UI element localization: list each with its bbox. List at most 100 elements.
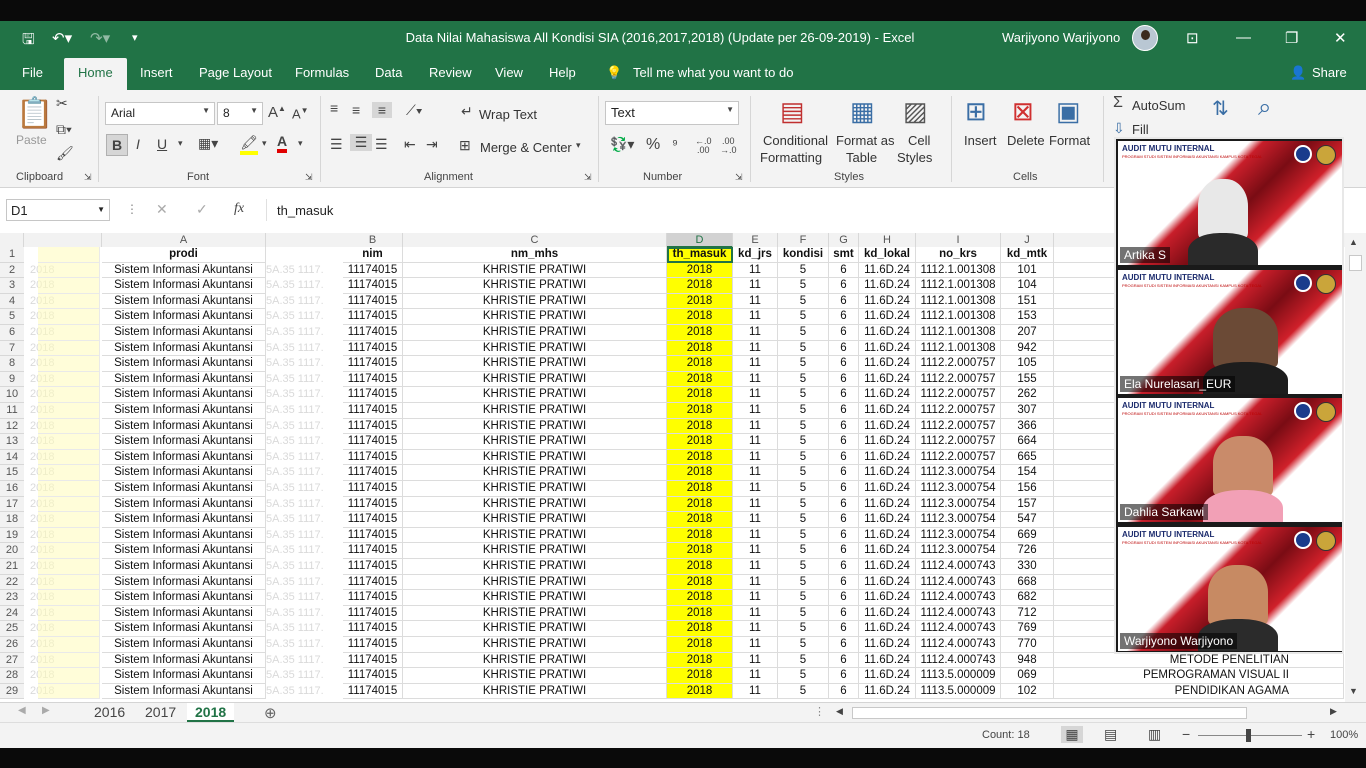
cell-smt[interactable]: 6 [829, 434, 859, 450]
cell-nim[interactable]: 11174015 [343, 418, 403, 435]
fill-icon[interactable]: ⇩ [1113, 120, 1125, 137]
cell-kd_jrs[interactable]: 11 [733, 325, 778, 341]
cell-no_krs[interactable]: 1112.2.000757 [916, 418, 1001, 435]
cell-smt[interactable]: 6 [829, 621, 859, 637]
row-header[interactable]: 20 [0, 543, 24, 559]
user-name[interactable]: Warjiyono Warjiyono [1002, 30, 1120, 45]
column-title-th_masuk[interactable]: th_masuk [667, 247, 733, 263]
row-header[interactable]: 3 [0, 278, 24, 294]
scroll-up-icon[interactable]: ▲ [1349, 237, 1358, 247]
row-header[interactable]: 15 [0, 465, 24, 481]
cell-no_krs[interactable]: 1112.3.000754 [916, 527, 1001, 544]
cell-prodi[interactable]: Sistem Informasi Akuntansi [102, 481, 266, 497]
zoom-slider-thumb[interactable] [1246, 729, 1251, 742]
cell-kd_lokal[interactable]: 11.6D.24 [859, 449, 916, 466]
cell-kondisi[interactable]: 5 [778, 449, 829, 466]
cell-kd_mtk[interactable]: 669 [1001, 527, 1054, 544]
cell-th_masuk[interactable]: 2018 [667, 262, 733, 279]
cell-prodi[interactable]: Sistem Informasi Akuntansi [102, 356, 266, 372]
cell-no_krs[interactable]: 1112.3.000754 [916, 481, 1001, 497]
cell-kondisi[interactable]: 5 [778, 434, 829, 450]
vertical-scrollbar[interactable]: ▲ ▼ [1345, 233, 1366, 702]
find-select-icon[interactable]: ⌕ [1258, 94, 1271, 122]
cell-prodi[interactable]: Sistem Informasi Akuntansi [102, 527, 266, 544]
cell-prodi[interactable]: Sistem Informasi Akuntansi [102, 387, 266, 403]
cell-nm_mhs[interactable]: KHRISTIE PRATIWI [403, 605, 667, 622]
row-header[interactable]: 29 [0, 683, 24, 700]
zoom-in-icon[interactable]: + [1307, 726, 1315, 742]
cell-kd_jrs[interactable]: 11 [733, 668, 778, 684]
copy-icon[interactable]: ⧉▾ [56, 121, 72, 138]
cell-kondisi[interactable]: 5 [778, 512, 829, 528]
row-header[interactable]: 17 [0, 496, 24, 513]
cell-prodi[interactable]: Sistem Informasi Akuntansi [102, 683, 266, 700]
font-color-icon[interactable]: A [277, 133, 288, 153]
row-header[interactable]: 21 [0, 559, 24, 575]
column-title-smt[interactable]: smt [829, 247, 859, 263]
cell-kd_lokal[interactable]: 11.6D.24 [859, 418, 916, 435]
cell-smt[interactable]: 6 [829, 465, 859, 481]
cell-kd_mtk[interactable]: 156 [1001, 481, 1054, 497]
cell-nm_mhs[interactable]: KHRISTIE PRATIWI [403, 340, 667, 357]
add-sheet-icon[interactable]: ⊕ [264, 704, 277, 722]
cell-th_masuk[interactable]: 2018 [667, 449, 733, 466]
row-header[interactable]: 28 [0, 668, 24, 684]
cell-kd_lokal[interactable]: 11.6D.24 [859, 371, 916, 388]
cell-no_krs[interactable]: 1112.3.000754 [916, 512, 1001, 528]
font-name-select[interactable]: Arial ▼ [105, 102, 215, 125]
decrease-decimal-icon[interactable]: .00 →.0 [720, 137, 737, 155]
cell-kondisi[interactable]: 5 [778, 371, 829, 388]
cell-kd_mtk[interactable]: 770 [1001, 637, 1054, 653]
cell-kd_jrs[interactable]: 11 [733, 356, 778, 372]
format-cells-button[interactable]: Format [1049, 133, 1090, 148]
cell-kondisi[interactable]: 5 [778, 465, 829, 481]
row-header[interactable]: 26 [0, 637, 24, 653]
cell-nim[interactable]: 11174015 [343, 605, 403, 622]
cell-kd_mtk[interactable]: 153 [1001, 309, 1054, 325]
cell-th_masuk[interactable]: 2018 [667, 418, 733, 435]
chevron-down-icon[interactable]: ▾ [576, 140, 581, 151]
cell-th_masuk[interactable]: 2018 [667, 465, 733, 481]
cell-th_masuk[interactable]: 2018 [667, 340, 733, 357]
cell-prodi[interactable]: Sistem Informasi Akuntansi [102, 496, 266, 513]
tab-home[interactable]: Home [64, 58, 127, 90]
cell-prodi[interactable]: Sistem Informasi Akuntansi [102, 418, 266, 435]
video-tile[interactable]: AUDIT MUTU INTERNAL PROGRAM STUDI SISTEM … [1118, 141, 1342, 265]
cell-styles-icon[interactable]: ▨ [903, 96, 928, 127]
cell-th_masuk[interactable]: 2018 [667, 512, 733, 528]
increase-decimal-icon[interactable]: ←.0.00 [695, 137, 712, 155]
cell-no_krs[interactable]: 1112.2.000757 [916, 387, 1001, 403]
cell-kondisi[interactable]: 5 [778, 340, 829, 357]
video-tile[interactable]: AUDIT MUTU INTERNAL PROGRAM STUDI SISTEM … [1118, 526, 1342, 651]
cell-kd_lokal[interactable]: 11.6D.24 [859, 621, 916, 637]
paste-icon[interactable]: 📋 [16, 96, 53, 131]
cell-kd_mtk[interactable]: 942 [1001, 340, 1054, 357]
page-layout-view-icon[interactable]: ▤ [1104, 726, 1117, 743]
cell-nm_mhs[interactable]: KHRISTIE PRATIWI [403, 668, 667, 684]
cell-nm_mhs[interactable]: KHRISTIE PRATIWI [403, 683, 667, 700]
cell-nim[interactable]: 11174015 [343, 512, 403, 528]
cell-th_masuk[interactable]: 2018 [667, 481, 733, 497]
cell-prodi[interactable]: Sistem Informasi Akuntansi [102, 278, 266, 294]
cell-kd_jrs[interactable]: 11 [733, 590, 778, 606]
clipboard-launcher-icon[interactable]: ⇲ [84, 172, 92, 183]
cell-kd_lokal[interactable]: 11.6D.24 [859, 574, 916, 591]
cell-smt[interactable]: 6 [829, 293, 859, 310]
cell-kondisi[interactable]: 5 [778, 605, 829, 622]
zoom-level[interactable]: 100% [1330, 729, 1358, 741]
column-title-nim[interactable]: nim [343, 247, 403, 263]
cell-nm_mhs[interactable]: KHRISTIE PRATIWI [403, 434, 667, 450]
cell-no_krs[interactable]: 1112.3.000754 [916, 496, 1001, 513]
cell-nim[interactable]: 11174015 [343, 574, 403, 591]
column-header-c[interactable]: C [403, 233, 667, 248]
cell-kd_mtk[interactable]: 101 [1001, 262, 1054, 279]
cell-nim[interactable]: 11174015 [343, 325, 403, 341]
cancel-icon[interactable]: ✕ [156, 201, 168, 218]
cell-kd_jrs[interactable]: 11 [733, 527, 778, 544]
number-launcher-icon[interactable]: ⇲ [735, 172, 743, 183]
conditional-formatting-label2[interactable]: Formatting [760, 150, 822, 165]
row-header[interactable]: 19 [0, 527, 24, 544]
cell-kd_jrs[interactable]: 11 [733, 371, 778, 388]
align-left-icon[interactable]: ☰ [330, 136, 343, 153]
cell-nm_mhs[interactable]: KHRISTIE PRATIWI [403, 418, 667, 435]
